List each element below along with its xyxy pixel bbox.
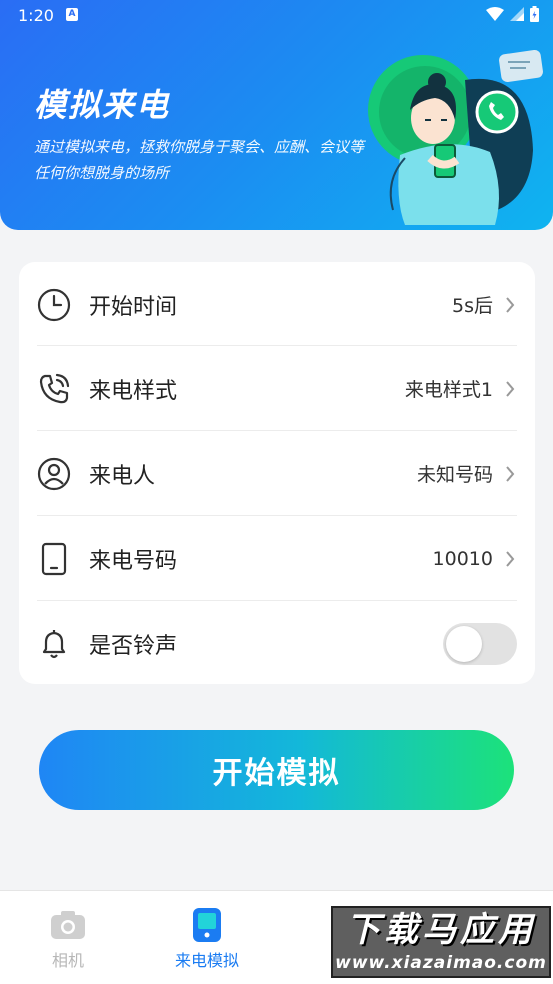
phone-ring-icon [37, 372, 71, 406]
chevron-right-icon [503, 549, 517, 569]
nav-item-call-simulation[interactable]: 来电模拟 [157, 907, 257, 971]
battery-icon [530, 6, 539, 22]
ringtone-toggle[interactable] [443, 622, 517, 665]
nav-item-camera[interactable]: 相机 [18, 907, 118, 971]
hero-description: 通过模拟来电，拯救你脱身于聚会、应酬、会议等任何你想脱身的场所 [34, 138, 365, 182]
ringtone-label: 是否铃声 [89, 633, 178, 659]
ringtone-row: 是否铃声 [37, 601, 517, 686]
call-number-value: 10010 [432, 547, 493, 570]
camera-icon [48, 907, 88, 943]
hero-header: 1:20 A 模拟来电 通过模拟来电，拯救你脱身于聚会、应酬、会议等任何你想脱身… [0, 0, 553, 230]
toggle-knob [446, 625, 482, 662]
signal-icon [510, 7, 524, 21]
watermark-logo: 下载马应用 www.xiazaimao.com [331, 906, 551, 978]
clock-icon [37, 288, 71, 322]
bell-icon [37, 627, 71, 661]
caller-row[interactable]: 来电人 未知号码 [37, 431, 517, 516]
call-style-label: 来电样式 [89, 378, 178, 404]
phone-card-icon [187, 907, 227, 943]
chevron-right-icon [503, 379, 517, 399]
call-style-value: 来电样式1 [404, 379, 493, 401]
watermark-title: 下载马应用 [346, 910, 536, 950]
woman-phone-illustration [368, 49, 543, 225]
call-number-label: 来电号码 [89, 548, 178, 574]
hero-title: 模拟来电 [34, 86, 171, 124]
start-time-row[interactable]: 开始时间 5s后 [37, 262, 517, 347]
caller-label: 来电人 [89, 463, 156, 489]
wifi-icon [486, 7, 504, 21]
tablet-icon [37, 542, 71, 576]
status-time: 1:20 [18, 6, 54, 25]
status-icons [486, 6, 539, 22]
start-simulation-button[interactable]: 开始模拟 [39, 730, 514, 810]
call-style-row[interactable]: 来电样式 来电样式1 [37, 346, 517, 431]
caller-value: 未知号码 [416, 464, 493, 486]
start-time-value: 5s后 [452, 295, 493, 317]
notification-icon: A [66, 8, 78, 21]
nav-label-call-simulation: 来电模拟 [174, 951, 239, 970]
user-icon [37, 457, 71, 491]
nav-label-camera: 相机 [51, 951, 84, 970]
start-time-label: 开始时间 [89, 294, 178, 320]
chevron-right-icon [503, 464, 517, 484]
watermark-url: www.xiazaimao.com [335, 953, 547, 973]
call-number-row[interactable]: 来电号码 10010 [37, 516, 517, 601]
chevron-right-icon [503, 295, 517, 315]
settings-card: 开始时间 5s后 来电样式 来电样式1 来电人 未知号码 来电号码 10010 [19, 262, 535, 684]
status-bar: 1:20 A [0, 0, 553, 32]
